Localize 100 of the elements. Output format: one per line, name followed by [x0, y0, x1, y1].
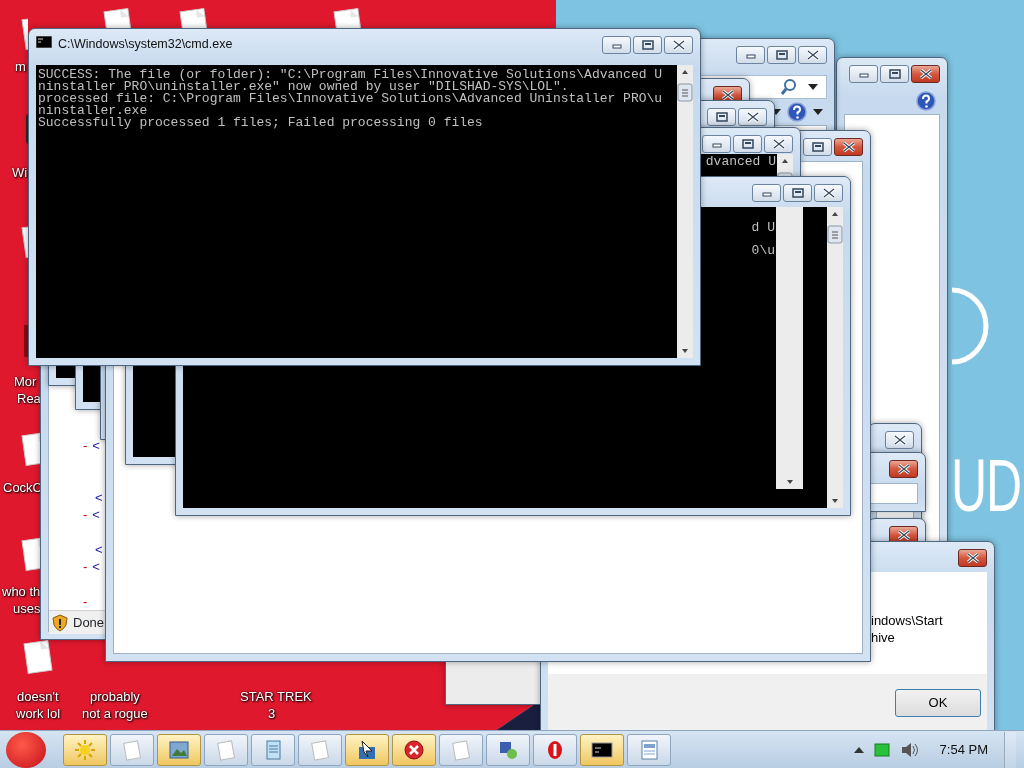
wallpaper-text: UD	[951, 452, 1022, 518]
icon-label[interactable]: not a rogue	[82, 705, 148, 722]
scroll-thumb[interactable]	[827, 223, 843, 244]
message-text: hive	[871, 629, 896, 646]
maximize-button[interactable]	[733, 135, 762, 153]
scroll-thumb[interactable]	[677, 81, 693, 102]
maximize-icon	[809, 141, 826, 153]
close-icon	[719, 89, 736, 101]
caret-icon[interactable]	[813, 109, 823, 115]
close-button[interactable]	[911, 65, 940, 83]
close-icon	[840, 141, 857, 153]
shield-icon	[52, 613, 68, 632]
close-icon	[670, 39, 687, 51]
close-icon	[895, 529, 912, 541]
taskbar-button[interactable]	[392, 733, 436, 766]
code-text: <	[92, 558, 100, 575]
message-text: indows\Start	[871, 612, 944, 629]
help-icon[interactable]	[787, 102, 807, 122]
maximize-icon	[739, 138, 756, 150]
start-button[interactable]	[6, 731, 46, 768]
close-button[interactable]	[764, 135, 793, 153]
maximize-button[interactable]	[633, 36, 662, 54]
scrollbar[interactable]	[677, 65, 693, 358]
code-text: <	[92, 506, 100, 523]
minimize-button[interactable]	[602, 36, 631, 54]
code-text: -	[83, 593, 88, 610]
icon-label[interactable]: work lol	[16, 705, 61, 722]
installer-icon	[356, 738, 378, 761]
page-icon	[121, 738, 143, 761]
icon-label[interactable]: Mor	[14, 373, 37, 390]
error-icon	[403, 738, 425, 761]
console-text: SUCCESS: The file (or folder): "C:\Program Files\Innovative Solutions\Advanced U	[38, 69, 663, 81]
maximize-icon	[789, 187, 806, 199]
taskbar-button[interactable]	[345, 733, 389, 766]
code-text: -	[83, 558, 88, 575]
maximize-button[interactable]	[803, 138, 832, 156]
close-button[interactable]	[889, 460, 918, 478]
code-text: <	[95, 489, 103, 506]
console-text: Successfully processed 1 files; Failed processing 0 files	[38, 117, 483, 129]
icon-label[interactable]: STAR TREK	[240, 688, 312, 705]
maximize-button[interactable]	[783, 184, 812, 202]
close-icon	[744, 111, 761, 123]
status-text: Done	[73, 613, 105, 632]
icon-label[interactable]: Rea	[17, 390, 41, 407]
close-icon	[820, 187, 837, 199]
ok-button[interactable]: OK	[895, 689, 981, 717]
search-icon	[780, 78, 798, 96]
icon-label[interactable]: 3	[268, 705, 276, 722]
code-text: -	[83, 437, 88, 454]
console-text: d U	[751, 222, 775, 234]
document-icon	[638, 738, 660, 761]
scrollbar[interactable]	[776, 207, 803, 489]
help-icon[interactable]	[916, 91, 936, 111]
console-text: 0\u	[751, 245, 775, 257]
caret-icon[interactable]	[808, 84, 818, 90]
minimize-button[interactable]	[752, 184, 781, 202]
icon-label[interactable]: Wi	[12, 164, 28, 181]
sun-icon	[74, 738, 96, 761]
close-icon	[917, 68, 934, 80]
console-text: ninstaller PRO\uninstaller.exe" now owned by user "DILSHAD-SYS\LOL".	[38, 81, 569, 93]
maximize-icon	[886, 68, 903, 80]
maximize-button[interactable]	[880, 65, 909, 83]
console-text: processed file: C:\Program Files\Innovative Solutions\Advanced Uninstaller PRO\u	[38, 93, 663, 105]
console-text: ninstaller.exe	[38, 105, 148, 117]
speaker-icon[interactable]	[899, 741, 918, 758]
code-text: <	[92, 437, 100, 454]
code-text: -	[83, 506, 88, 523]
close-button[interactable]	[834, 138, 863, 156]
minimize-button[interactable]	[702, 135, 731, 153]
minimize-button[interactable]	[849, 65, 878, 83]
show-hidden-icon[interactable]	[853, 745, 864, 754]
icon-label[interactable]: m	[15, 58, 26, 75]
console-icon	[36, 36, 52, 48]
scrollbar[interactable]	[827, 207, 843, 508]
close-button[interactable]	[814, 184, 843, 202]
code-text: <	[95, 541, 103, 558]
maximize-icon	[713, 111, 730, 123]
close-icon	[895, 463, 912, 475]
page-icon	[215, 738, 237, 761]
picture-icon	[168, 738, 190, 761]
taskbar-button[interactable]	[580, 733, 624, 766]
minimize-button[interactable]	[736, 46, 765, 64]
icon-label[interactable]: CockC	[3, 479, 42, 496]
close-button[interactable]	[798, 46, 827, 64]
icon-label[interactable]: who th	[2, 583, 41, 600]
icon-label[interactable]: probably	[90, 688, 140, 705]
maximize-button[interactable]	[767, 46, 796, 64]
maximize-button[interactable]	[707, 108, 736, 126]
close-icon	[964, 552, 981, 564]
close-button[interactable]	[958, 549, 987, 567]
icon-label[interactable]: doesn't	[17, 688, 59, 705]
icon-label[interactable]: uses	[13, 600, 41, 617]
page-icon	[309, 738, 331, 761]
close-icon	[804, 49, 821, 61]
close-icon	[770, 138, 787, 150]
clock[interactable]: 7:54 PM	[939, 739, 988, 760]
window-title: C:\Windows\system32\cmd.exe	[58, 36, 233, 52]
close-button[interactable]	[738, 108, 767, 126]
close-button[interactable]	[885, 431, 914, 449]
close-button[interactable]	[664, 36, 693, 54]
